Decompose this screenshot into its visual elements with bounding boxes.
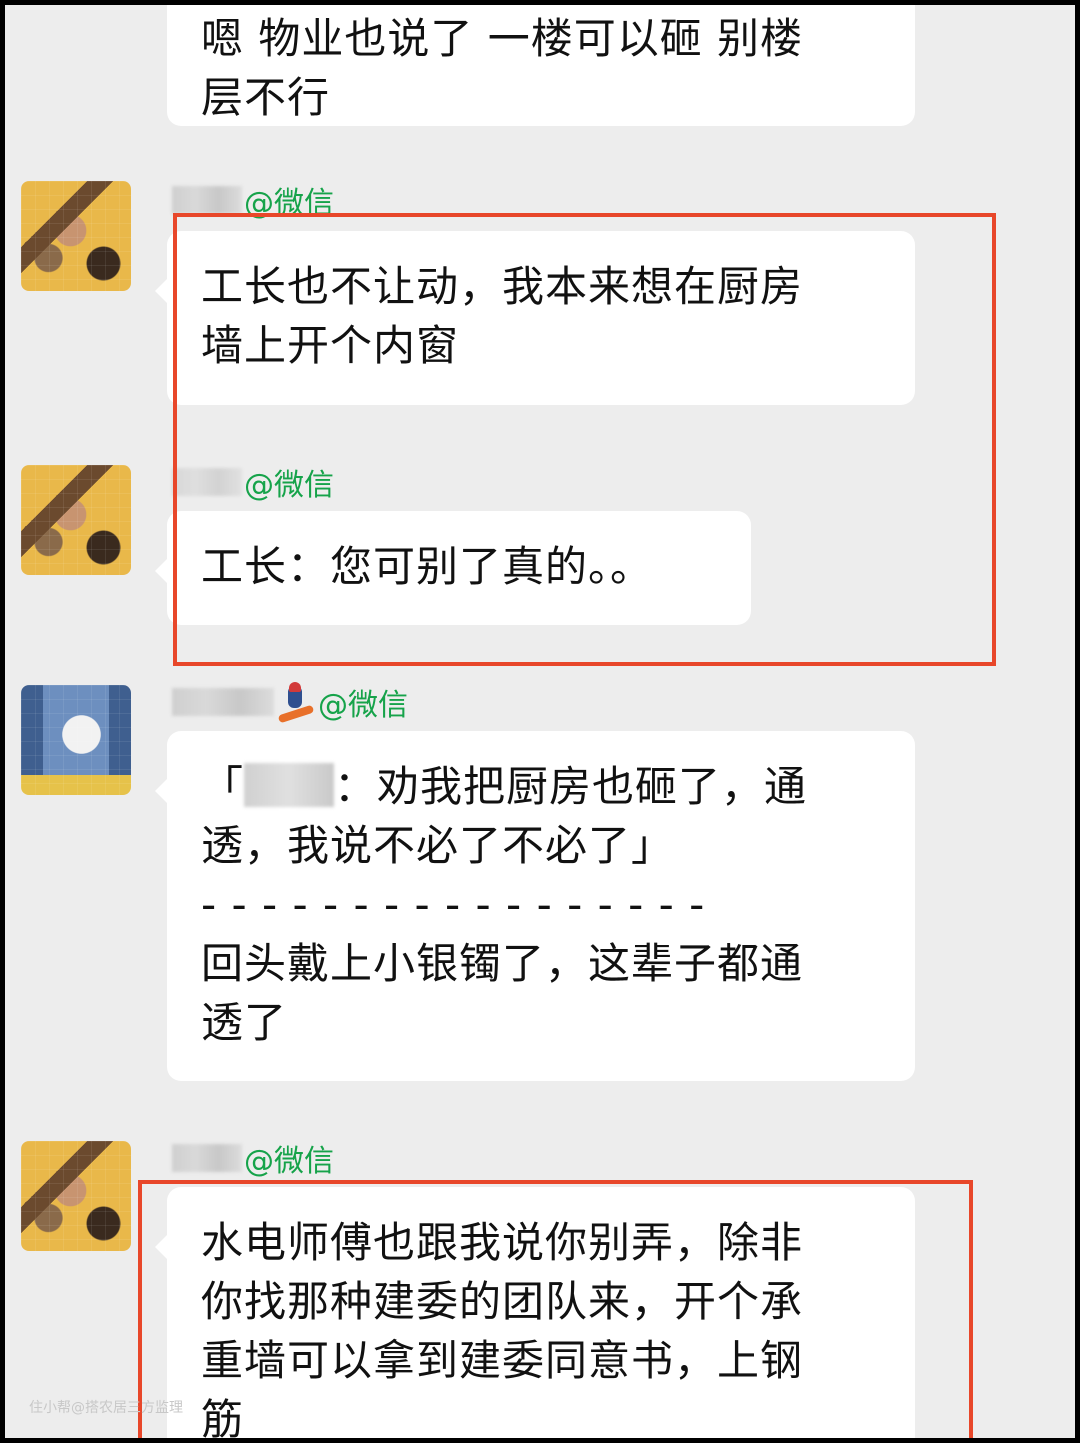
avatar[interactable] bbox=[21, 685, 131, 795]
highlight-box bbox=[138, 1180, 973, 1438]
message-text-line: 「 ：劝我把厨房也砸了，通 bbox=[201, 757, 881, 816]
avatar[interactable] bbox=[21, 181, 131, 291]
snowboarder-emoji-icon bbox=[276, 682, 316, 724]
quote-text: ：劝我把厨房也砸了，通 bbox=[334, 762, 808, 811]
avatar[interactable] bbox=[21, 1141, 131, 1251]
chat-screen: 嗯 物业也说了 一楼可以砸 别楼 层不行 @微信 工长也不让动，我本来想在厨房 … bbox=[5, 5, 1075, 1438]
sender-suffix: @微信 bbox=[244, 1144, 334, 1179]
message-text-line: 嗯 物业也说了 一楼可以砸 别楼 bbox=[201, 14, 804, 63]
sender-name: @微信 bbox=[172, 682, 408, 724]
avatar[interactable] bbox=[21, 465, 131, 575]
sender-name: @微信 bbox=[172, 1138, 334, 1179]
message-text-line: 回头戴上小银镯了，这辈子都通 bbox=[201, 939, 804, 988]
quote-open: 「 bbox=[201, 762, 245, 811]
blurred-name bbox=[172, 186, 242, 214]
message-bubble[interactable]: 嗯 物业也说了 一楼可以砸 别楼 层不行 bbox=[167, 5, 915, 126]
blurred-name bbox=[172, 688, 274, 716]
sender-suffix: @微信 bbox=[318, 688, 408, 723]
blurred-name bbox=[244, 763, 335, 807]
blurred-name bbox=[172, 1144, 242, 1172]
message-text-line: 透，我说不必了不必了」 bbox=[201, 821, 675, 870]
highlight-box bbox=[173, 213, 996, 666]
message-text-line: 层不行 bbox=[201, 73, 331, 122]
divider-line: - - - - - - - - - - - - - - - - - bbox=[201, 880, 706, 929]
message-bubble[interactable]: 「 ：劝我把厨房也砸了，通 透，我说不必了不必了」 - - - - - - - -… bbox=[155, 731, 915, 1081]
message-text-line: 透了 bbox=[201, 998, 288, 1047]
watermark: 住小帮@搭农居三方监理 bbox=[29, 1400, 183, 1416]
